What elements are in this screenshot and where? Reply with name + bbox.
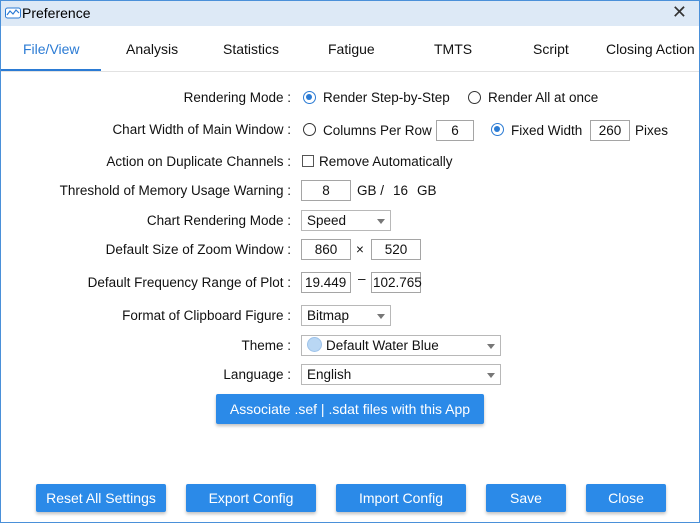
fixed-width-label: Fixed Width xyxy=(511,123,583,138)
theme-swatch-icon xyxy=(307,337,322,352)
tab-closing-action[interactable]: Closing Action xyxy=(606,41,695,57)
tab-fatigue[interactable]: Fatigue xyxy=(328,41,375,57)
fixed-width-unit: Pixes xyxy=(635,123,669,138)
save-button[interactable]: Save xyxy=(486,484,566,512)
reset-all-settings-button[interactable]: Reset All Settings xyxy=(36,484,166,512)
clipboard-format-select[interactable]: Bitmap xyxy=(301,305,391,326)
render-all-at-once-label: Render All at once xyxy=(488,90,599,105)
theme-select[interactable]: Default Water Blue xyxy=(301,335,501,356)
language-value: English xyxy=(307,367,352,382)
clipboard-format-label: Format of Clipboard Figure : xyxy=(122,308,291,323)
render-step-by-step-label: Render Step-by-Step xyxy=(323,90,450,105)
chart-rendering-mode-select[interactable]: Speed xyxy=(301,210,391,231)
tab-bar: File/View Analysis Statistics Fatigue TM… xyxy=(1,29,699,72)
frequency-range-separator: – xyxy=(358,271,366,286)
chevron-down-icon xyxy=(377,219,385,224)
render-step-by-step-radio[interactable] xyxy=(303,91,316,104)
memory-threshold-input[interactable]: 8 xyxy=(301,180,351,201)
window-title: Preference xyxy=(22,5,91,21)
remove-automatically-checkbox[interactable] xyxy=(302,155,314,167)
export-config-button[interactable]: Export Config xyxy=(186,484,316,512)
associate-files-button[interactable]: Associate .sef | .sdat files with this A… xyxy=(216,394,484,424)
memory-unit-label: GB / xyxy=(357,183,385,198)
tab-script[interactable]: Script xyxy=(533,41,569,57)
fixed-width-input[interactable]: 260 xyxy=(590,120,630,141)
render-all-at-once-radio[interactable] xyxy=(468,91,481,104)
close-window-icon[interactable]: ✕ xyxy=(672,2,687,23)
frequency-min-input[interactable]: 19.449 xyxy=(301,272,351,293)
zoom-width-input[interactable]: 860 xyxy=(301,239,351,260)
zoom-window-label: Default Size of Zoom Window : xyxy=(105,242,291,257)
tab-file-view[interactable]: File/View xyxy=(23,41,80,57)
chevron-down-icon xyxy=(487,373,495,378)
clipboard-format-value: Bitmap xyxy=(307,308,350,323)
memory-warning-label: Threshold of Memory Usage Warning : xyxy=(59,183,291,198)
tab-tmts[interactable]: TMTS xyxy=(434,41,472,57)
zoom-size-separator: × xyxy=(356,242,364,257)
chart-rendering-mode-label: Chart Rendering Mode : xyxy=(146,213,291,228)
language-select[interactable]: English xyxy=(301,364,501,385)
theme-value: Default Water Blue xyxy=(326,338,439,353)
rendering-mode-label: Rendering Mode : xyxy=(183,90,291,105)
language-label: Language : xyxy=(223,367,291,382)
chart-width-label: Chart Width of Main Window : xyxy=(112,122,291,137)
close-button[interactable]: Close xyxy=(586,484,666,512)
preference-window: Preference ✕ File/View Analysis Statisti… xyxy=(0,0,700,523)
remove-automatically-label: Remove Automatically xyxy=(319,154,453,169)
columns-per-row-input[interactable]: 6 xyxy=(436,120,474,141)
frequency-max-input[interactable]: 102.765 xyxy=(371,272,422,293)
memory-total-value: 16 xyxy=(393,183,409,198)
title-bar: Preference ✕ xyxy=(1,1,699,26)
active-tab-indicator xyxy=(1,69,101,71)
columns-per-row-radio[interactable] xyxy=(303,123,316,136)
columns-per-row-label: Columns Per Row xyxy=(323,123,432,138)
import-config-button[interactable]: Import Config xyxy=(336,484,466,512)
fixed-width-radio[interactable] xyxy=(491,123,504,136)
chevron-down-icon xyxy=(377,314,385,319)
frequency-range-label: Default Frequency Range of Plot : xyxy=(87,275,291,290)
chevron-down-icon xyxy=(487,344,495,349)
memory-total-unit: GB xyxy=(417,183,437,198)
duplicate-channels-label: Action on Duplicate Channels : xyxy=(106,154,291,169)
theme-label: Theme : xyxy=(241,338,291,353)
tab-statistics[interactable]: Statistics xyxy=(223,41,279,57)
chart-rendering-mode-value: Speed xyxy=(307,213,347,228)
tab-analysis[interactable]: Analysis xyxy=(126,41,178,57)
zoom-height-input[interactable]: 520 xyxy=(371,239,421,260)
app-logo-icon xyxy=(5,7,21,19)
